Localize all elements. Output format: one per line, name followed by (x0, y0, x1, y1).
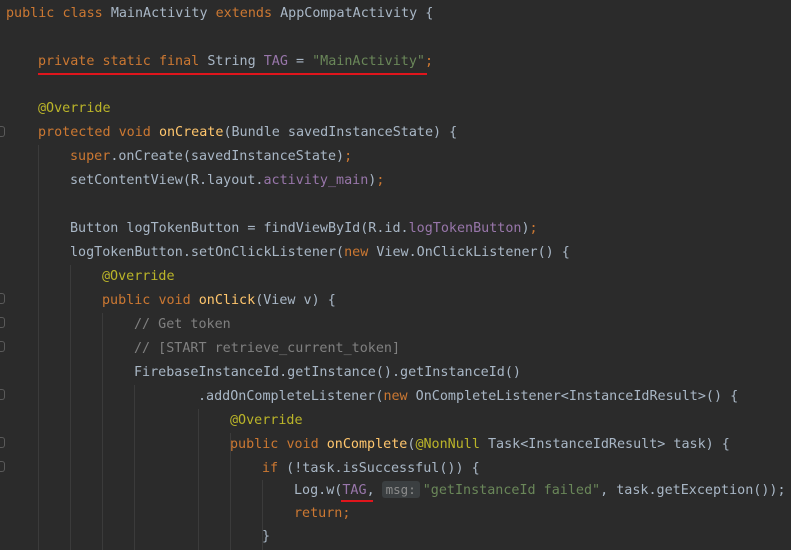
code-text: .onCreate(savedInstanceState) (110, 149, 345, 164)
code-line-find-view: Button logTokenButton = findViewById(R.i… (70, 217, 538, 241)
code-text: ) (521, 221, 530, 236)
code-editor[interactable]: public class MainActivity extends AppCom… (0, 0, 791, 550)
semicolon: ; (344, 149, 353, 164)
comment: // Get token (134, 317, 231, 332)
fold-icon[interactable] (0, 126, 5, 137)
keyword: class (62, 6, 103, 21)
code-line-oncomplete: public void onComplete(@NonNull Task<Ins… (230, 433, 730, 457)
keyword: if (262, 461, 279, 476)
keyword: public (230, 437, 279, 452)
code-line-onclick: public void onClick(View v) { (102, 289, 336, 313)
type-name: String (207, 54, 256, 69)
field-name: logTokenButton (408, 221, 522, 236)
semicolon: ; (376, 173, 385, 188)
keyword: extends (215, 6, 273, 21)
indent-guide (134, 385, 135, 550)
indent-guide (70, 265, 71, 550)
code-text: Button logTokenButton = findViewById(R.i… (70, 221, 409, 236)
field-name: activity_main (263, 173, 369, 188)
fold-icon[interactable] (0, 341, 5, 352)
fold-icon[interactable] (0, 437, 5, 448)
keyword: private (38, 54, 95, 69)
code-line-class-declaration: public class MainActivity extends AppCom… (6, 2, 433, 26)
parameter-hint: msg: (381, 481, 420, 498)
code-line-add-complete-listener: .addOnCompleteListener(new OnCompleteLis… (198, 385, 738, 409)
semicolon: ; (529, 221, 538, 236)
annotation: @Override (38, 101, 111, 116)
method-name: onClick (198, 293, 256, 308)
fold-icon[interactable] (0, 389, 5, 400)
code-text: .addOnCompleteListener( (198, 389, 384, 404)
annotation: @NonNull (415, 437, 480, 452)
code-text: (!task.isSuccessful()) { (278, 461, 480, 476)
keyword: void (118, 125, 151, 140)
annotation: @Override (102, 269, 175, 284)
method-name: onComplete (326, 437, 408, 452)
method-params: Task<InstanceIdResult> task) { (479, 437, 730, 452)
indent-guide (38, 145, 39, 550)
code-text: setContentView(R.layout. (70, 173, 264, 188)
field-name: TAG (342, 483, 367, 498)
code-text: Log.w( (294, 483, 343, 498)
code-line-return: return; (294, 502, 350, 526)
keyword: new (383, 389, 408, 404)
method-name: onCreate (158, 125, 224, 140)
code-line-closing-brace: } (262, 525, 270, 549)
code-line-tag-field: private static final String TAG = "MainA… (38, 50, 433, 74)
semicolon: ; (342, 506, 351, 521)
fold-icon[interactable] (0, 461, 5, 472)
keyword: super (70, 149, 111, 164)
keyword: protected (38, 125, 111, 140)
method-params: (View v) { (255, 293, 336, 308)
keyword: static (102, 54, 151, 69)
code-text: View.OnClickListener() { (368, 245, 570, 260)
code-line-oncreate: protected void onCreate(Bundle savedInst… (38, 121, 457, 145)
comment: // [START retrieve_current_token] (134, 341, 401, 356)
annotation: @Override (230, 413, 303, 428)
code-line-set-content-view: setContentView(R.layout.activity_main); (70, 169, 384, 193)
keyword: public (6, 6, 55, 21)
code-line-super-call: super.onCreate(savedInstanceState); (70, 145, 352, 169)
code-text: } (262, 529, 271, 544)
code-text: OnCompleteListener<InstanceIdResult>() { (407, 389, 739, 404)
code-text: FirebaseInstanceId.getInstance().getInst… (134, 365, 521, 380)
semicolon: ; (425, 54, 434, 69)
class-name: MainActivity (110, 6, 208, 21)
keyword: new (344, 245, 369, 260)
code-text: , (366, 483, 375, 498)
code-line-annotation: @Override (230, 409, 303, 433)
indent-guide (198, 409, 199, 550)
keyword: void (158, 293, 191, 308)
string-literal: "getInstanceId failed" (422, 483, 601, 498)
code-text: logTokenButton.setOnClickListener( (70, 245, 345, 260)
indent-guide (102, 313, 103, 550)
keyword: return (294, 506, 343, 521)
method-params: (Bundle savedInstanceState) { (223, 125, 458, 140)
code-line-comment: // Get token (134, 313, 231, 337)
code-line-get-instance-id: FirebaseInstanceId.getInstance().getInst… (134, 361, 521, 385)
keyword: public (102, 293, 151, 308)
code-line-annotation: @Override (102, 265, 175, 289)
code-line-annotation: @Override (38, 97, 111, 121)
parent-class: AppCompatActivity { (280, 6, 434, 21)
keyword: final (158, 54, 200, 69)
code-line-comment: // [START retrieve_current_token] (134, 337, 400, 361)
fold-icon[interactable] (0, 293, 5, 304)
code-text: , task.getException()); (600, 483, 786, 498)
code-line-set-listener: logTokenButton.setOnClickListener(new Vi… (70, 241, 570, 265)
field-name: TAG (263, 54, 288, 69)
operator: = (287, 54, 313, 69)
code-line-if-check: if (!task.isSuccessful()) { (262, 457, 480, 481)
keyword: void (286, 437, 319, 452)
fold-icon[interactable] (0, 317, 5, 328)
string-literal: "MainActivity" (312, 54, 425, 69)
highlight-underline (38, 73, 427, 75)
